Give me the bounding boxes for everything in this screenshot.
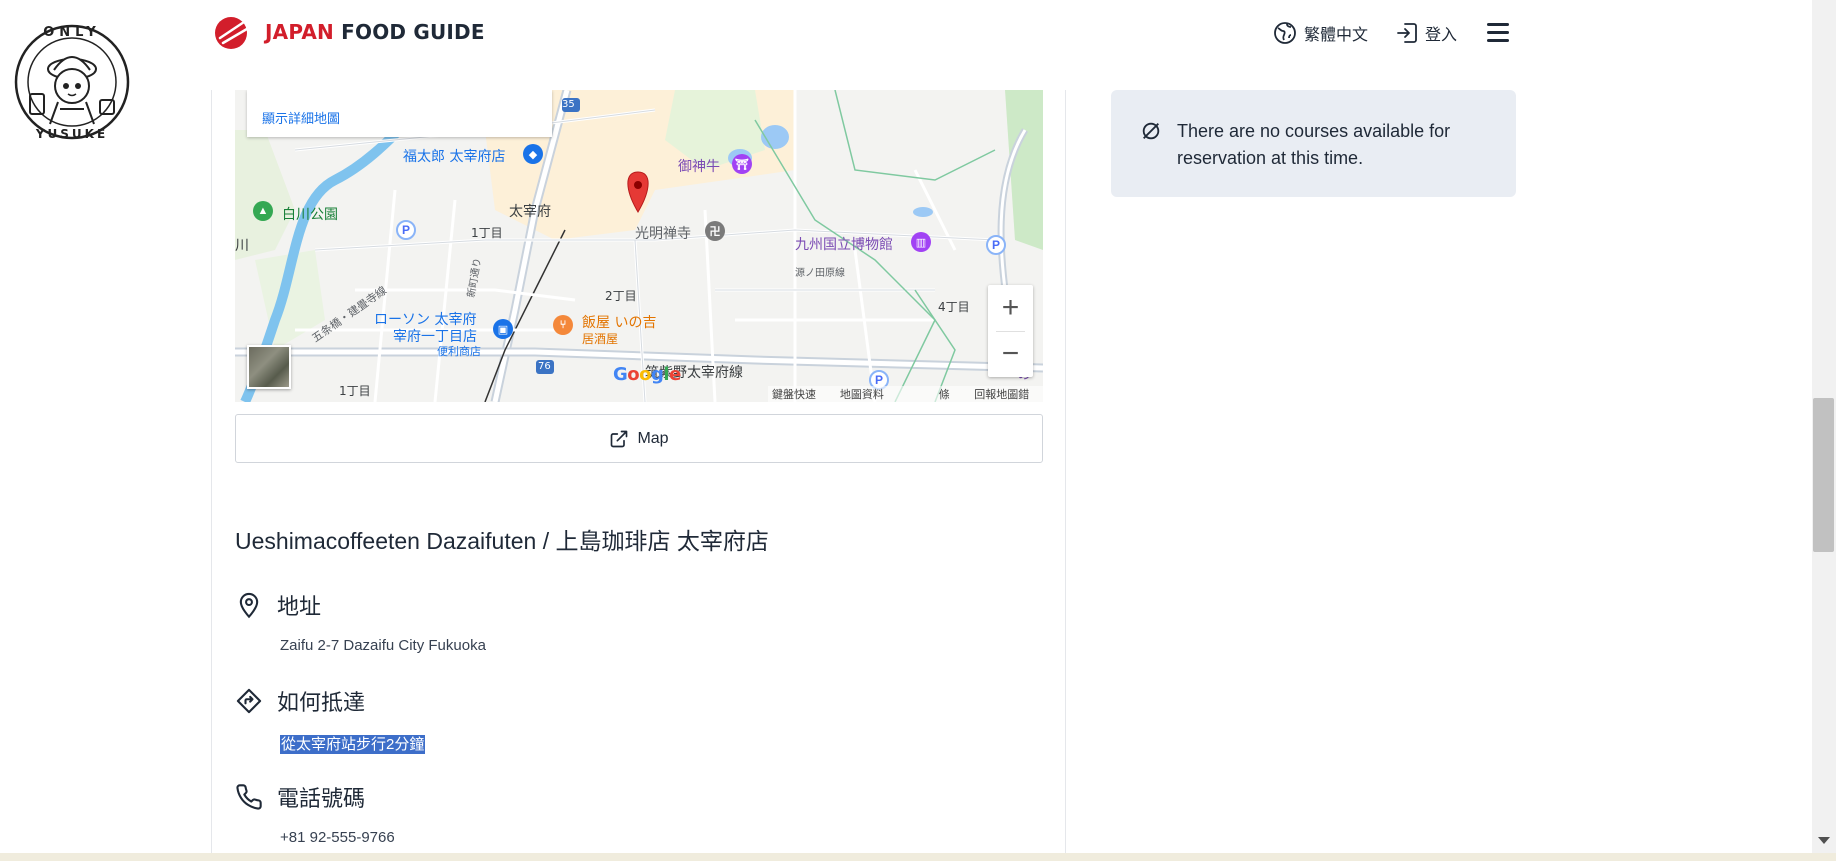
zoom-in-button[interactable]: + [988, 285, 1033, 331]
brand-name-part1: JAPAN [265, 20, 334, 44]
no-courses-notice: There are no courses available for reser… [1111, 90, 1516, 197]
map-label-lawson-3: 便利商店 [437, 345, 481, 358]
globe-icon [1274, 22, 1296, 44]
map-label-1chome-a: 1丁目 [471, 226, 503, 240]
no-entry-icon [1142, 122, 1160, 140]
shrine-icon: ⛩ [732, 154, 752, 174]
route-35-label: 35 [562, 99, 575, 110]
header-actions: 繁體中文 登入 [1273, 18, 1511, 48]
external-link-icon [611, 430, 628, 447]
svg-text:YUSUKE: YUSUKE [35, 127, 108, 141]
only-yusuke-stamp-logo: ONLY YUSUKE [14, 24, 130, 141]
museum-icon: ▥ [911, 232, 931, 252]
language-label: 繁體中文 [1304, 27, 1369, 44]
map-label-izakaya: 居酒屋 [582, 332, 619, 346]
report-error-link[interactable]: 回報地圖錯誤 [974, 386, 1039, 402]
map-label-kyushu-museum: 九州国立博物館 [795, 237, 893, 253]
map-button-label: Map [637, 429, 669, 447]
address-section: 地址 Zaifu 2-7 Dazaifu City Fukuoka [235, 589, 486, 654]
page: JAPAN FOOD GUIDE 繁體中文 登入 ONLY YUSUKE 35 … [0, 0, 1836, 861]
map-label-ojinjin: 御神牛 [678, 159, 720, 175]
map-footer: 鍵盤快速鍵 地圖資料 ©2024 條款 回報地圖錯誤 [768, 386, 1043, 402]
restaurant-icon: ⑂ [553, 315, 573, 335]
map-label-shirakawa: 白川公園 [282, 207, 338, 223]
map-label-kawa: 川 [235, 238, 249, 254]
language-switcher[interactable]: 繁體中文 [1273, 21, 1368, 45]
route-76-label: 76 [538, 361, 551, 372]
zoom-controls: + − [988, 285, 1033, 377]
column-divider-right [1065, 90, 1066, 861]
map-label-komyozenji: 光明禅寺 [635, 226, 691, 242]
no-courses-text: There are no courses available for reser… [1177, 121, 1451, 168]
chopsticks-bowl-icon [215, 16, 254, 49]
site-header: JAPAN FOOD GUIDE 繁體中文 登入 [0, 0, 1812, 90]
hamburger-menu-icon[interactable] [1485, 22, 1511, 44]
login-label: 登入 [1425, 27, 1458, 44]
access-label: 如何抵達 [277, 691, 366, 716]
login-icon [1397, 23, 1417, 43]
brand-name: JAPAN FOOD GUIDE [265, 20, 485, 44]
svg-text:ONLY: ONLY [43, 25, 101, 40]
show-detailed-map-link[interactable]: 顯示詳細地圖 [262, 108, 340, 127]
parking-icon: P [986, 235, 1006, 255]
map-info-card: 顯示詳細地圖 [247, 90, 552, 137]
map-label-1chome-b: 1丁目 [339, 384, 371, 398]
temple-icon: 卍 [705, 221, 725, 241]
scroll-down-arrow-icon[interactable] [1818, 837, 1830, 844]
park-icon: ▲ [253, 201, 273, 221]
address-value: Zaifu 2-7 Dazaifu City Fukuoka [280, 637, 486, 654]
keyboard-shortcuts-link[interactable]: 鍵盤快速鍵 [772, 386, 826, 402]
google-logo: Google [613, 364, 681, 385]
map-label-nokoji: 源ノ田原線 [795, 268, 845, 279]
store-name: Ueshimacoffeeten Dazaifuten / 上島珈琲店 太宰府店 [235, 528, 769, 554]
map-label-dazaifu-station: 太宰府 [509, 204, 551, 220]
location-pin-icon [239, 592, 259, 619]
address-label: 地址 [277, 595, 322, 620]
access-value: 從太宰府站步行2分鐘 [280, 735, 426, 754]
phone-value: +81 92-555-9766 [280, 829, 395, 846]
bottom-strip [0, 853, 1836, 861]
column-divider-left [211, 90, 212, 861]
phone-section: 電話號碼 +81 92-555-9766 [235, 781, 395, 846]
scrollbar-thumb[interactable] [1813, 398, 1834, 552]
map-label-4chome: 4丁目 [938, 300, 970, 314]
shopping-bag-icon: ◆ [523, 144, 543, 164]
terms-link[interactable]: 條款 [939, 386, 961, 402]
map-data-credit: 地圖資料 ©2024 [839, 388, 884, 401]
brand-name-part2: FOOD GUIDE [333, 20, 485, 44]
zoom-out-button[interactable]: − [988, 331, 1033, 377]
brand-logo-link[interactable]: JAPAN FOOD GUIDE [210, 14, 485, 50]
phone-icon [236, 784, 262, 810]
map-label-iikoya: 飯屋 いの吉 [582, 315, 657, 331]
phone-label: 電話號碼 [277, 787, 366, 812]
login-button[interactable]: 登入 [1396, 21, 1457, 45]
map-label-fukutaro: 福太郎 太宰府店 [403, 149, 506, 165]
directions-icon [236, 688, 262, 714]
satellite-toggle[interactable] [247, 345, 291, 389]
access-section: 如何抵達 從太宰府站步行2分鐘 [235, 685, 426, 754]
google-map[interactable]: 35 76 顯示詳細地圖 福太郎 太宰府店 ◆ ▲ 白川公園 川 P 太宰府 1… [235, 90, 1043, 402]
convenience-store-icon: ▣ [493, 319, 513, 339]
parking-icon: P [396, 220, 416, 240]
map-label-2chome: 2丁目 [605, 289, 637, 303]
open-map-button[interactable]: Map [235, 414, 1043, 463]
